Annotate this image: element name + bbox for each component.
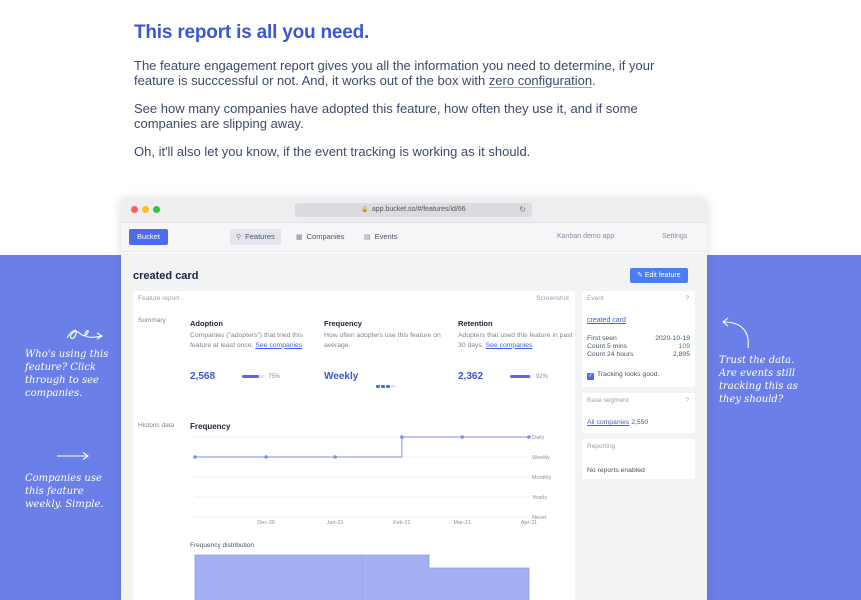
segment-info: All companies 2,550 (587, 419, 648, 426)
features-icon: ⚲ (236, 234, 242, 241)
pencil-icon: ✎ (637, 272, 645, 279)
intro-p1-end: . (592, 73, 596, 88)
first-seen-key: First seen (587, 335, 617, 342)
event-row-first-seen: First seen 2020-10-19 (587, 335, 690, 342)
tab-events-label: Events (374, 232, 398, 241)
settings-link[interactable]: Settings (662, 229, 687, 245)
base-segment-card: Base segment ? All companies 2,550 (582, 393, 695, 433)
no-reports-text: No reports enabled (587, 467, 645, 474)
zero-configuration-link[interactable]: zero configuration (489, 73, 592, 88)
loop-arrow-doodle (66, 329, 104, 340)
edit-feature-label: Edit feature (644, 272, 681, 279)
app-navbar: Bucket ⚲ Features ▦ Companies ▤ Events Kanb… (121, 223, 707, 252)
lock-icon: 🔒 (361, 207, 369, 213)
count-5-mins-key: Count 5 mins (587, 343, 628, 350)
app-switcher[interactable]: Kanban demo app (557, 229, 614, 245)
intro-paragraph-2: See how many companies have adopted this… (134, 101, 638, 131)
arrow-right-doodle (57, 452, 89, 460)
main-content: created card ✎ Edit feature Feature repo… (121, 253, 707, 600)
note-trust-data: Trust the data. Are events still trackin… (719, 355, 798, 405)
count-24-hours-value: 2,895 (672, 351, 690, 358)
segment-help-icon[interactable]: ? (685, 397, 689, 404)
tab-events[interactable]: ▤ Events (358, 229, 404, 245)
check-icon: ✓ (587, 373, 594, 380)
companies-icon: ▦ (296, 234, 303, 241)
brand-button[interactable]: Bucket (129, 229, 168, 245)
intro-heading: This report is all you need. (134, 22, 370, 43)
intro-section: This report is all you need. The feature… (134, 22, 694, 172)
events-icon: ▤ (364, 234, 371, 241)
intro-paragraph-3: Oh, it'll also let you know, if the even… (134, 144, 531, 159)
tab-features[interactable]: ⚲ Features (230, 229, 281, 245)
all-companies-link[interactable]: All companies (587, 419, 629, 426)
segment-count: 2,550 (629, 419, 649, 426)
tab-companies-label: Companies (306, 232, 345, 241)
event-name-link[interactable]: created card (587, 317, 626, 324)
count-5-mins-value: 109 (678, 343, 690, 350)
note-whos-using: Who's using this feature? Click through … (25, 349, 109, 399)
page-title: created card (133, 270, 199, 282)
address-bar[interactable]: 🔒 app.bucket.so/#/features/id/66 ↻ (295, 203, 532, 217)
note-weekly: Companies use this feature weekly. Simpl… (25, 473, 104, 510)
feature-report-card: Feature report Screenshot Summary Adopti… (133, 291, 575, 600)
tab-features-label: Features (245, 232, 275, 241)
event-help-icon[interactable]: ? (685, 295, 689, 302)
frequency-distribution-chart (194, 554, 530, 600)
browser-window: 🔒 app.bucket.so/#/features/id/66 ↻ Bucket… (121, 197, 707, 600)
tracking-status-text: Tracking looks good. (597, 371, 660, 378)
intro-paragraph-1: The feature engagement report gives you … (134, 58, 694, 88)
browser-titlebar: 🔒 app.bucket.so/#/features/id/66 ↻ (121, 197, 707, 223)
event-row-count-24h: Count 24 hours 2,895 (587, 351, 690, 358)
maximize-window-dot[interactable] (153, 206, 160, 213)
address-text: app.bucket.so/#/features/id/66 (371, 206, 466, 213)
reporting-card: Reporting No reports enabled (582, 439, 695, 479)
curved-arrow-doodle (722, 317, 749, 349)
tab-companies[interactable]: ▦ Companies (290, 229, 351, 245)
event-label: Event (587, 295, 604, 302)
minimize-window-dot[interactable] (142, 206, 149, 213)
event-card: Event ? created card First seen 2020-10-1… (582, 291, 695, 387)
reporting-label: Reporting (587, 443, 616, 450)
tracking-status: ✓ Tracking looks good. (587, 371, 659, 380)
first-seen-value: 2020-10-19 (655, 335, 690, 342)
base-segment-label: Base segment (587, 397, 629, 404)
edit-feature-button[interactable]: ✎ Edit feature (630, 268, 688, 283)
reload-icon[interactable]: ↻ (519, 203, 526, 217)
event-row-count-5min: Count 5 mins 109 (587, 343, 690, 350)
count-24-hours-key: Count 24 hours (587, 351, 634, 358)
close-window-dot[interactable] (131, 206, 138, 213)
